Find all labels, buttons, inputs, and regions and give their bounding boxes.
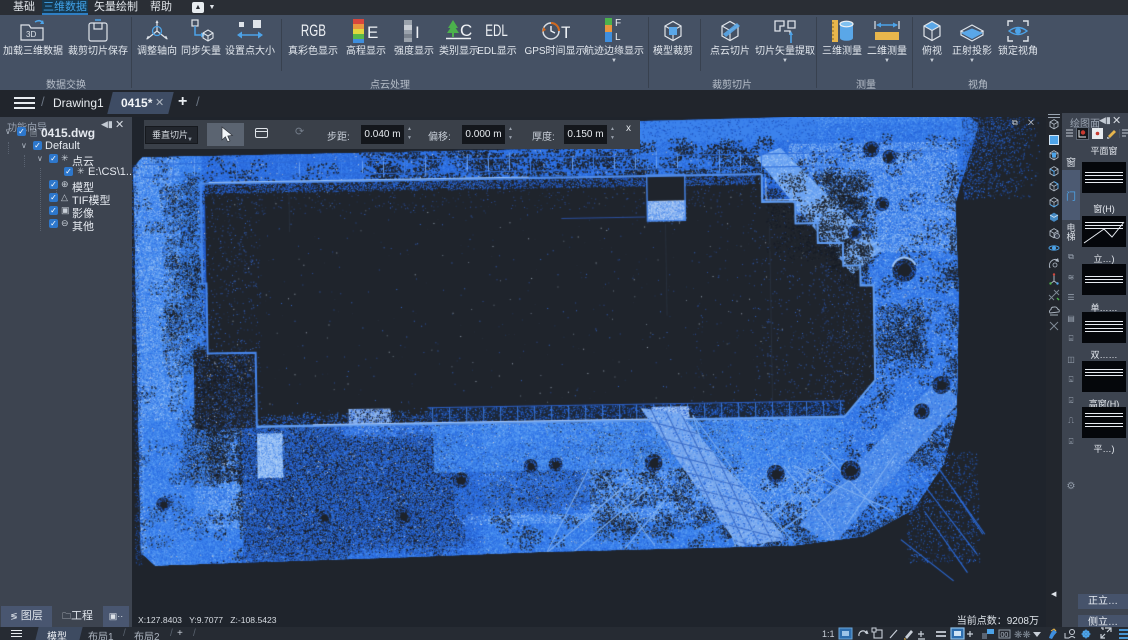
svg-text:00: 00 xyxy=(1001,632,1009,639)
svg-text:I: I xyxy=(415,23,420,42)
svg-text:❋❋: ❋❋ xyxy=(1014,630,1031,640)
svg-text:T: T xyxy=(561,23,570,42)
svg-text:1:1: 1:1 xyxy=(822,629,835,639)
svg-text:3D: 3D xyxy=(26,30,36,39)
svg-text:E: E xyxy=(367,23,378,42)
svg-text:F: F xyxy=(615,18,621,29)
svg-text:L: L xyxy=(615,32,621,43)
